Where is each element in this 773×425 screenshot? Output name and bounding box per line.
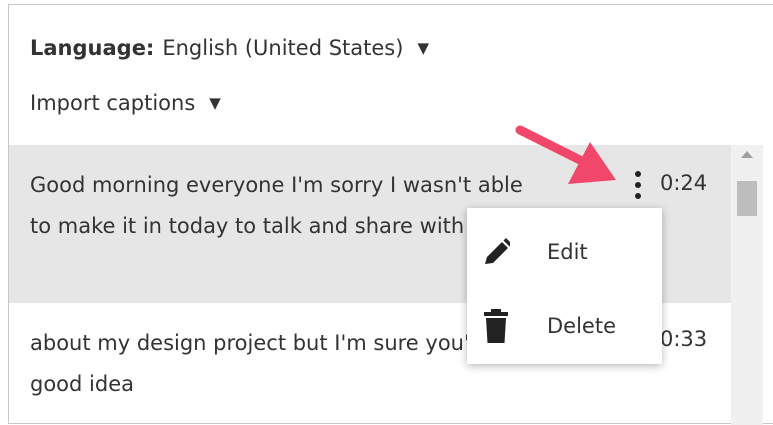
caption-context-menu: Edit Delete	[467, 208, 662, 364]
import-caret-icon: ▼	[209, 93, 221, 112]
delete-label: Delete	[547, 314, 616, 338]
language-caret-icon: ▼	[417, 38, 429, 57]
caption-timestamp: 0:33	[660, 327, 708, 351]
scrollbar[interactable]	[731, 145, 763, 425]
more-options-icon[interactable]	[629, 165, 647, 205]
edit-menu-item[interactable]: Edit	[467, 222, 662, 282]
language-dropdown[interactable]: Language: English (United States) ▼	[30, 30, 429, 66]
caption-timestamp: 0:24	[660, 171, 708, 195]
pencil-icon	[485, 238, 510, 264]
delete-menu-item[interactable]: Delete	[467, 296, 662, 356]
language-label: Language:	[30, 36, 155, 60]
language-value: English (United States)	[162, 36, 404, 60]
scroll-thumb[interactable]	[737, 181, 757, 216]
import-captions-label: Import captions	[30, 91, 196, 115]
scroll-up-arrow-icon[interactable]	[741, 151, 753, 158]
trash-icon	[484, 309, 508, 343]
edit-label: Edit	[547, 240, 588, 264]
import-captions-dropdown[interactable]: Import captions ▼	[30, 85, 221, 121]
annotation-arrow-icon	[515, 125, 616, 184]
